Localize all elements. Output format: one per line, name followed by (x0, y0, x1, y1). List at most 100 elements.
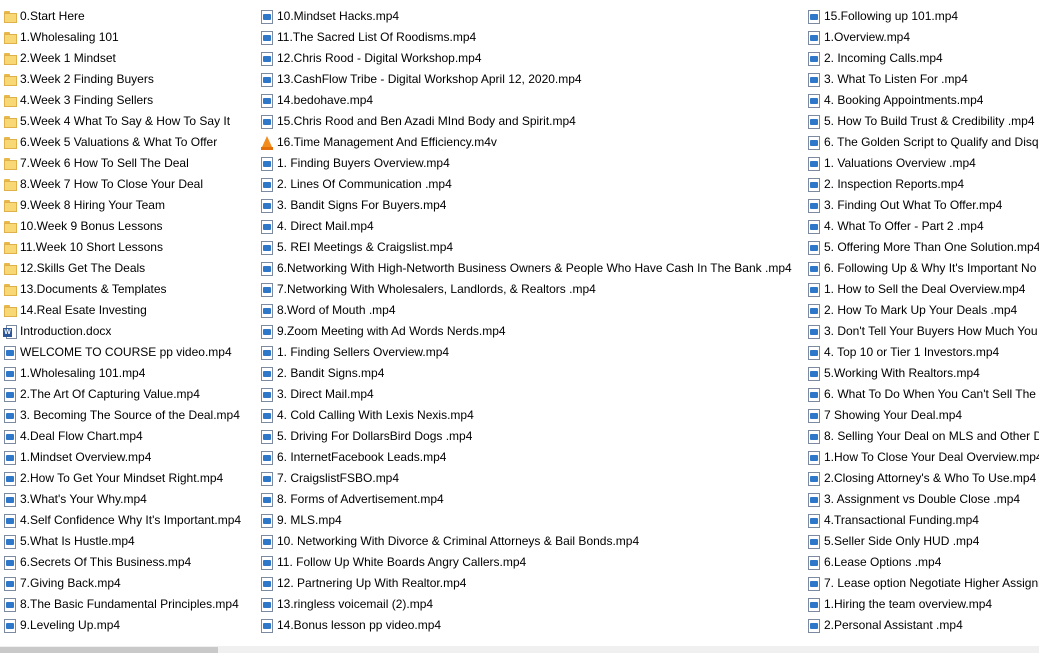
file-item[interactable]: 2. Bandit Signs.mp4 (260, 363, 805, 384)
folder-item[interactable]: 11.Week 10 Short Lessons (3, 237, 258, 258)
file-item[interactable]: WELCOME TO COURSE pp video.mp4 (3, 342, 258, 363)
file-item[interactable]: 1.Mindset Overview.mp4 (3, 447, 258, 468)
file-item[interactable]: 5. REI Meetings & Craigslist.mp4 (260, 237, 805, 258)
file-item[interactable]: 13.CashFlow Tribe - Digital Workshop Apr… (260, 69, 805, 90)
file-item[interactable]: 4.Transactional Funding.mp4 (807, 510, 1039, 531)
folder-item[interactable]: 7.Week 6 How To Sell The Deal (3, 153, 258, 174)
folder-item[interactable]: 6.Week 5 Valuations & What To Offer (3, 132, 258, 153)
item-label: 1.Overview.mp4 (824, 30, 911, 44)
file-item[interactable]: 5. Offering More Than One Solution.mp4 (807, 237, 1039, 258)
file-item[interactable]: 1. Finding Sellers Overview.mp4 (260, 342, 805, 363)
file-item[interactable]: 9.Zoom Meeting with Ad Words Nerds.mp4 (260, 321, 805, 342)
file-item[interactable]: 1.Hiring the team overview.mp4 (807, 594, 1039, 615)
folder-item[interactable]: 12.Skills Get The Deals (3, 258, 258, 279)
file-item[interactable]: 2.How To Get Your Mindset Right.mp4 (3, 468, 258, 489)
scrollbar-thumb[interactable] (0, 647, 218, 653)
file-item[interactable]: 6.Secrets Of This Business.mp4 (3, 552, 258, 573)
file-item[interactable]: 4. Direct Mail.mp4 (260, 216, 805, 237)
file-item[interactable]: 7.Giving Back.mp4 (3, 573, 258, 594)
file-item[interactable]: 1. Finding Buyers Overview.mp4 (260, 153, 805, 174)
item-label: 14.bedohave.mp4 (277, 93, 374, 107)
file-item[interactable]: 6. The Golden Script to Qualify and Disq… (807, 132, 1039, 153)
file-item[interactable]: 12.Chris Rood - Digital Workshop.mp4 (260, 48, 805, 69)
file-item[interactable]: 7. CraigslistFSBO.mp4 (260, 468, 805, 489)
file-item[interactable]: 2.Personal Assistant .mp4 (807, 615, 1039, 636)
file-item[interactable]: 4.Self Confidence Why It's Important.mp4 (3, 510, 258, 531)
file-item[interactable]: 1.Wholesaling 101.mp4 (3, 363, 258, 384)
folder-item[interactable]: 10.Week 9 Bonus Lessons (3, 216, 258, 237)
folder-item[interactable]: 2.Week 1 Mindset (3, 48, 258, 69)
file-item[interactable]: 9.Leveling Up.mp4 (3, 615, 258, 636)
file-item[interactable]: 3. What To Listen For .mp4 (807, 69, 1039, 90)
folder-item[interactable]: 0.Start Here (3, 6, 258, 27)
folder-item[interactable]: 9.Week 8 Hiring Your Team (3, 195, 258, 216)
file-item[interactable]: 8.The Basic Fundamental Principles.mp4 (3, 594, 258, 615)
file-item[interactable]: 7 Showing Your Deal.mp4 (807, 405, 1039, 426)
file-item[interactable]: 2. Inspection Reports.mp4 (807, 174, 1039, 195)
folder-item[interactable]: 13.Documents & Templates (3, 279, 258, 300)
file-item[interactable]: 1. How to Sell the Deal Overview.mp4 (807, 279, 1039, 300)
file-item[interactable]: 10. Networking With Divorce & Criminal A… (260, 531, 805, 552)
file-item[interactable]: 2. Incoming Calls.mp4 (807, 48, 1039, 69)
item-label: 5.Working With Realtors.mp4 (824, 366, 980, 380)
item-label: 1. How to Sell the Deal Overview.mp4 (824, 282, 1026, 296)
file-item[interactable]: 5. Driving For DollarsBird Dogs .mp4 (260, 426, 805, 447)
file-item[interactable]: 3. Assignment vs Double Close .mp4 (807, 489, 1039, 510)
file-item[interactable]: 3.What's Your Why.mp4 (3, 489, 258, 510)
file-item[interactable]: 4. Cold Calling With Lexis Nexis.mp4 (260, 405, 805, 426)
file-item[interactable]: 9. MLS.mp4 (260, 510, 805, 531)
file-item[interactable]: 6. InternetFacebook Leads.mp4 (260, 447, 805, 468)
file-item[interactable]: 6.Networking With High-Networth Business… (260, 258, 805, 279)
file-item[interactable]: 16.Time Management And Efficiency.m4v (260, 132, 805, 153)
file-item[interactable]: 2.Closing Attorney's & Who To Use.mp4 (807, 468, 1039, 489)
file-item[interactable]: 5. How To Build Trust & Credibility .mp4 (807, 111, 1039, 132)
file-item[interactable]: 12. Partnering Up With Realtor.mp4 (260, 573, 805, 594)
file-item[interactable]: 15.Chris Rood and Ben Azadi MInd Body an… (260, 111, 805, 132)
file-item[interactable]: 5.What Is Hustle.mp4 (3, 531, 258, 552)
item-label: 2. Lines Of Communication .mp4 (277, 177, 452, 191)
file-item[interactable]: 4. What To Offer - Part 2 .mp4 (807, 216, 1039, 237)
folder-item[interactable]: 8.Week 7 How To Close Your Deal (3, 174, 258, 195)
file-item[interactable]: 2. How To Mark Up Your Deals .mp4 (807, 300, 1039, 321)
file-item[interactable]: 11.The Sacred List Of Roodisms.mp4 (260, 27, 805, 48)
file-item[interactable]: 10.Mindset Hacks.mp4 (260, 6, 805, 27)
file-item[interactable]: 14.bedohave.mp4 (260, 90, 805, 111)
folder-item[interactable]: 4.Week 3 Finding Sellers (3, 90, 258, 111)
file-item[interactable]: 13.ringless voicemail (2).mp4 (260, 594, 805, 615)
file-item[interactable]: 6.Lease Options .mp4 (807, 552, 1039, 573)
file-item[interactable]: 3. Finding Out What To Offer.mp4 (807, 195, 1039, 216)
folder-item[interactable]: 5.Week 4 What To Say & How To Say It (3, 111, 258, 132)
file-item[interactable]: 1.How To Close Your Deal Overview.mp4 (807, 447, 1039, 468)
file-item[interactable]: 3. Direct Mail.mp4 (260, 384, 805, 405)
item-label: 2.Closing Attorney's & Who To Use.mp4 (824, 471, 1037, 485)
file-item[interactable]: 2. Lines Of Communication .mp4 (260, 174, 805, 195)
file-item[interactable]: 11. Follow Up White Boards Angry Callers… (260, 552, 805, 573)
file-item[interactable]: 3. Becoming The Source of the Deal.mp4 (3, 405, 258, 426)
file-item[interactable]: 3. Don't Tell Your Buyers How Much You (807, 321, 1039, 342)
file-item[interactable]: 8. Selling Your Deal on MLS and Other Di (807, 426, 1039, 447)
item-label: 3. Becoming The Source of the Deal.mp4 (20, 408, 240, 422)
file-item[interactable]: 5.Working With Realtors.mp4 (807, 363, 1039, 384)
file-item[interactable]: 8.Word of Mouth .mp4 (260, 300, 805, 321)
file-item[interactable]: 6. What To Do When You Can't Sell The D (807, 384, 1039, 405)
file-item[interactable]: 7. Lease option Negotiate Higher Assignm (807, 573, 1039, 594)
folder-item[interactable]: 3.Week 2 Finding Buyers (3, 69, 258, 90)
file-item[interactable]: 15.Following up 101.mp4 (807, 6, 1039, 27)
file-item[interactable]: 4. Top 10 or Tier 1 Investors.mp4 (807, 342, 1039, 363)
file-item[interactable]: 4.Deal Flow Chart.mp4 (3, 426, 258, 447)
file-item[interactable]: Introduction.docx (3, 321, 258, 342)
file-item[interactable]: 3. Bandit Signs For Buyers.mp4 (260, 195, 805, 216)
file-item[interactable]: 2.The Art Of Capturing Value.mp4 (3, 384, 258, 405)
file-item[interactable]: 5.Seller Side Only HUD .mp4 (807, 531, 1039, 552)
file-item[interactable]: 6. Following Up & Why It's Important No (807, 258, 1039, 279)
file-item[interactable]: 14.Bonus lesson pp video.mp4 (260, 615, 805, 636)
item-label: 4.Transactional Funding.mp4 (824, 513, 979, 527)
horizontal-scrollbar[interactable] (0, 646, 1039, 653)
folder-item[interactable]: 14.Real Esate Investing (3, 300, 258, 321)
file-item[interactable]: 8. Forms of Advertisement.mp4 (260, 489, 805, 510)
file-item[interactable]: 7.Networking With Wholesalers, Landlords… (260, 279, 805, 300)
file-item[interactable]: 4. Booking Appointments.mp4 (807, 90, 1039, 111)
file-item[interactable]: 1. Valuations Overview .mp4 (807, 153, 1039, 174)
folder-item[interactable]: 1.Wholesaling 101 (3, 27, 258, 48)
file-item[interactable]: 1.Overview.mp4 (807, 27, 1039, 48)
